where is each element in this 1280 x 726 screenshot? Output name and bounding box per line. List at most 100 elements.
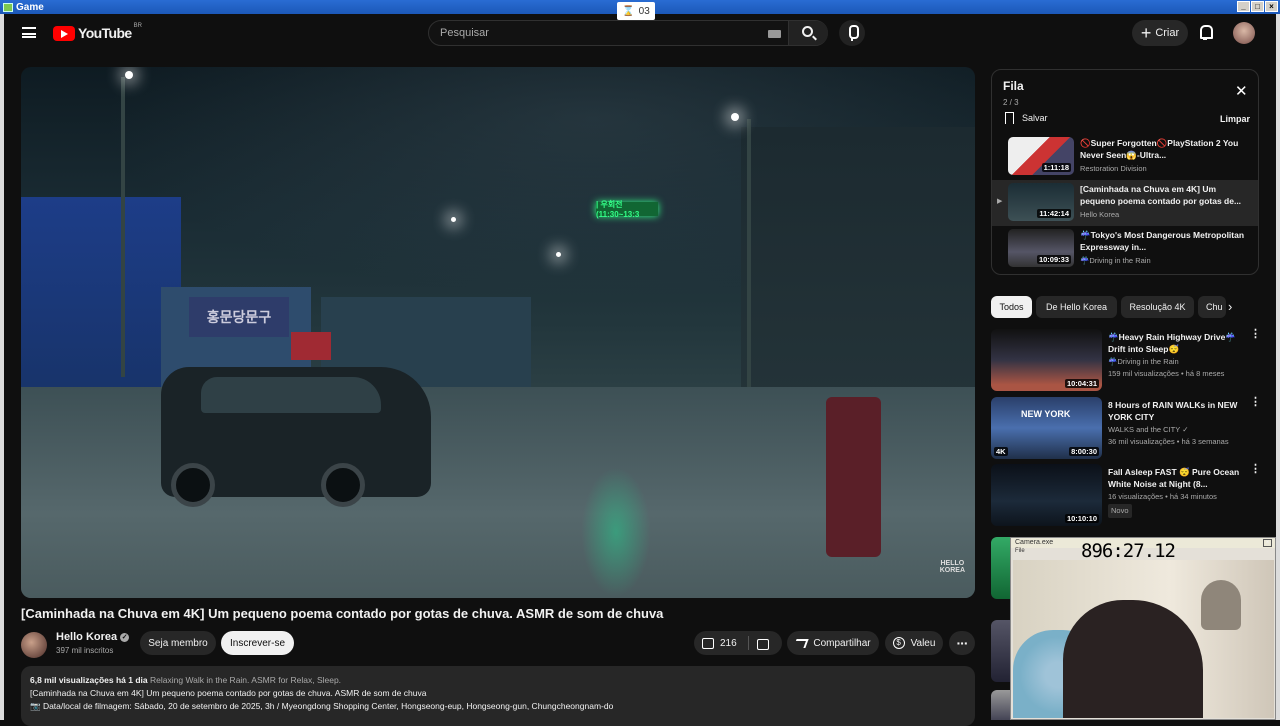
share-button[interactable]: Compartilhar: [787, 631, 879, 655]
duration-badge: 10:04:31: [1065, 379, 1099, 388]
video-street-lamp: [731, 113, 739, 121]
window-controls: _ □ ×: [1237, 1, 1278, 12]
more-actions-button[interactable]: ···: [949, 631, 975, 655]
chevron-right-icon[interactable]: ›: [1228, 299, 1232, 314]
recommendation-title: 8 Hours of RAIN WALKs in NEW YORK CITY: [1108, 399, 1246, 423]
minimize-button[interactable]: _: [1237, 1, 1250, 12]
notifications-icon[interactable]: [1198, 25, 1212, 39]
queue-item[interactable]: 10:09:33 ☔Tokyo's Most Dangerous Metropo…: [992, 226, 1258, 272]
queue-count: 2 / 3: [1003, 98, 1019, 107]
queue-item-current[interactable]: ▶ 11:42:14 [Caminhada na Chuva em 4K] Um…: [992, 180, 1258, 226]
channel-name-text: Hello Korea: [56, 631, 117, 643]
like-count[interactable]: 216: [720, 638, 737, 649]
thanks-button[interactable]: $ Valeu: [885, 631, 943, 655]
video-street-lamp: [556, 252, 561, 257]
close-icon[interactable]: ✕: [1235, 82, 1248, 100]
description-line: 📷 Data/local de filmagem: Sábado, 20 de …: [30, 700, 966, 713]
video-store-sign: 홍문당문구: [189, 297, 289, 337]
recommendation-text: Fall Asleep FAST 😴 Pure Ocean White Nois…: [1108, 466, 1246, 518]
recommendation-channel: WALKS and the CITY ✓: [1108, 424, 1246, 435]
description-tags: Relaxing Walk in the Rain. ASMR for Rela…: [150, 675, 341, 685]
thanks-icon: $: [893, 637, 905, 649]
chip-from-channel[interactable]: De Hello Korea: [1036, 296, 1117, 318]
video-street-lamp: [451, 217, 456, 222]
timer-overlay: ⌛ 03: [617, 2, 655, 20]
duration-badge: 10:10:10: [1065, 514, 1099, 523]
like-divider: [748, 636, 749, 650]
video-traffic-sign: | 우회전(11:30~13:3: [596, 202, 658, 216]
maximize-button[interactable]: □: [1251, 1, 1264, 12]
recommendation-thumbnail: 10:10:10: [991, 464, 1102, 526]
camera-clock: 896:27.12: [1081, 540, 1175, 562]
recommendation-item[interactable]: 10:10:10 Fall Asleep FAST 😴 Pure Ocean W…: [991, 464, 1259, 526]
recommendation-meta: 159 mil visualizações • há 8 meses: [1108, 368, 1246, 379]
plus-icon: +: [1141, 28, 1152, 38]
description-header: 6,8 mil visualizações há 1 dia Relaxing …: [30, 674, 966, 687]
recommendation-item[interactable]: NEW YORK 4K 8:00:30 8 Hours of RAIN WALK…: [991, 397, 1259, 459]
channel-avatar[interactable]: [21, 632, 47, 658]
join-label: Seja membro: [148, 638, 207, 649]
recommendation-item[interactable]: 10:04:31 ☔Heavy Rain Highway Drive☔ Drif…: [991, 329, 1259, 391]
recommendation-thumbnail-partial[interactable]: [991, 620, 1011, 682]
dislike-button[interactable]: [757, 637, 769, 655]
recommendation-meta: 36 mil visualizações • há 3 semanas: [1108, 436, 1246, 447]
recommendation-text: ☔Heavy Rain Highway Drive☔ Drift into Sl…: [1108, 331, 1246, 379]
chip-all[interactable]: Todos: [991, 296, 1032, 318]
more-vert-icon[interactable]: ⋮: [1250, 400, 1254, 404]
subscribe-label: Inscrever-se: [230, 638, 285, 649]
queue-thumbnail: 11:42:14: [1008, 183, 1074, 221]
subscriber-count: 397 mil inscritos: [56, 646, 113, 655]
video-car-window: [201, 377, 381, 413]
like-icon[interactable]: [702, 638, 714, 649]
video-car-wheel: [321, 463, 365, 507]
app-icon: [3, 3, 13, 12]
queue-item-title: 🚫Super Forgotten🚫PlayStation 2 You Never…: [1080, 137, 1252, 161]
camera-close-icon[interactable]: ×: [1263, 539, 1272, 547]
chip-4k[interactable]: Resolução 4K: [1121, 296, 1194, 318]
search-box[interactable]: Pesquisar: [428, 20, 828, 46]
timer-value: 03: [639, 6, 650, 17]
video-green-reflection: [581, 467, 651, 597]
keyboard-icon[interactable]: [768, 30, 781, 38]
create-button[interactable]: + Criar: [1132, 20, 1188, 46]
subscribe-button[interactable]: Inscrever-se: [221, 631, 294, 655]
close-window-button[interactable]: ×: [1265, 1, 1278, 12]
voice-search-button[interactable]: [839, 20, 865, 46]
recommendation-title: ☔Heavy Rain Highway Drive☔ Drift into Sl…: [1108, 331, 1246, 355]
thanks-label: Valeu: [911, 638, 936, 649]
queue-item-title: [Caminhada na Chuva em 4K] Um pequeno po…: [1080, 183, 1252, 207]
youtube-play-icon: [53, 26, 75, 41]
channel-name[interactable]: Hello Korea ✓: [56, 631, 129, 643]
logo-text: YouTube: [78, 25, 132, 41]
thumbnail-text: NEW YORK: [1021, 409, 1070, 419]
save-queue-button[interactable]: Salvar: [1005, 112, 1048, 124]
camera-overlay-window[interactable]: Camera.exe File 896:27.12 ×: [1010, 537, 1276, 720]
queue-item-text: 🚫Super Forgotten🚫PlayStation 2 You Never…: [1080, 137, 1252, 175]
duration-badge: 1:11:18: [1042, 163, 1071, 172]
join-button[interactable]: Seja membro: [140, 631, 216, 655]
clear-queue-button[interactable]: Limpar: [1220, 114, 1250, 124]
now-playing-icon: ▶: [997, 197, 1002, 205]
queue-item-title: ☔Tokyo's Most Dangerous Metropolitan Exp…: [1080, 229, 1252, 253]
dislike-icon: [757, 639, 769, 650]
chip-rain[interactable]: Chu: [1198, 296, 1226, 318]
description-box[interactable]: 6,8 mil visualizações há 1 dia Relaxing …: [21, 666, 975, 726]
search-button[interactable]: [789, 21, 828, 45]
recommendation-thumbnail-partial[interactable]: [991, 690, 1011, 720]
search-input[interactable]: Pesquisar: [440, 27, 489, 39]
filter-chips: Todos De Hello Korea Resolução 4K Chu ›: [991, 296, 1261, 318]
account-avatar[interactable]: [1233, 22, 1255, 44]
video-player[interactable]: 홍문당문구 | 우회전(11:30~13:3 HELLO KOREA: [21, 67, 975, 598]
recommendation-text: 8 Hours of RAIN WALKs in NEW YORK CITY W…: [1108, 399, 1246, 447]
more-vert-icon[interactable]: ⋮: [1250, 332, 1254, 336]
duration-badge: 8:00:30: [1069, 447, 1099, 456]
recommendation-thumbnail-partial[interactable]: [991, 537, 1011, 599]
menu-icon[interactable]: [22, 27, 36, 38]
more-vert-icon[interactable]: ⋮: [1250, 467, 1254, 471]
queue-item[interactable]: 1:11:18 🚫Super Forgotten🚫PlayStation 2 Y…: [992, 134, 1258, 180]
recommendation-thumbnail: NEW YORK 4K 8:00:30: [991, 397, 1102, 459]
bookmark-icon: [1005, 112, 1014, 124]
queue-item-text: ☔Tokyo's Most Dangerous Metropolitan Exp…: [1080, 229, 1252, 267]
youtube-logo[interactable]: YouTube BR: [53, 25, 142, 41]
camera-menu[interactable]: File: [1015, 548, 1025, 554]
